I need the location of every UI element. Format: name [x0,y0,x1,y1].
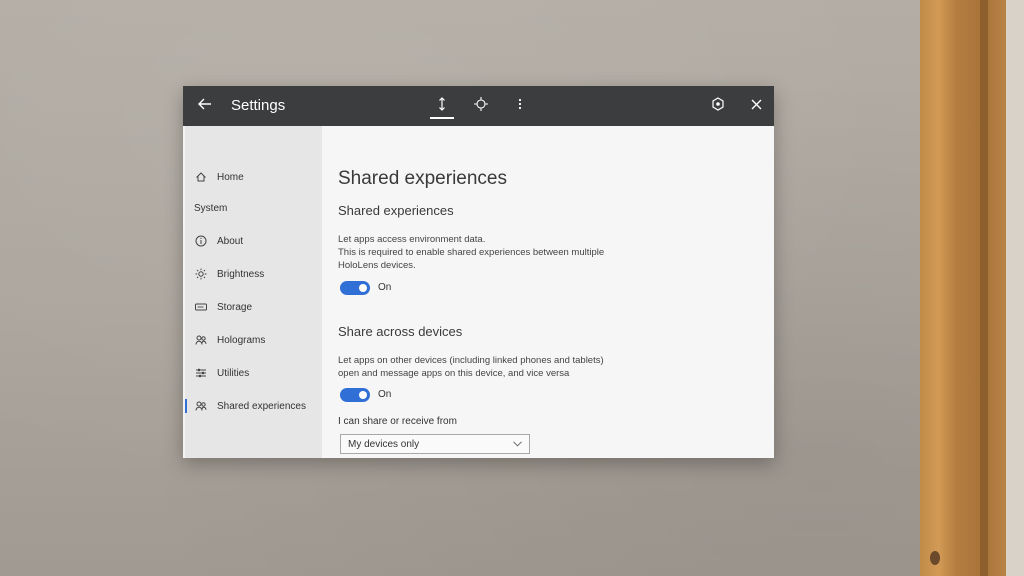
section-title-share-across-devices: Share across devices [338,324,463,339]
section-description: Let apps access environment data. This i… [338,233,604,272]
window-title: Settings [231,97,286,114]
chevron-down-icon [509,436,525,452]
shared-experiences-toggle[interactable] [340,281,370,295]
holograms-icon [194,333,208,347]
follow-me-icon [711,96,725,116]
sidebar-item-label: About [217,235,244,247]
home-icon [194,170,208,184]
sidebar: Home System About Brightness Storage Hol… [185,126,322,458]
wood-knot [930,551,940,565]
sidebar-item-about[interactable]: About [185,230,322,252]
back-button[interactable] [191,92,219,120]
wall-edge [1006,0,1024,576]
settings-window[interactable]: Settings Home System About Brightness St… [183,86,774,458]
page-title: Shared experiences [338,168,507,189]
door-gap [980,0,988,576]
share-receive-dropdown[interactable]: My devices only [340,434,530,454]
toggle-knob [359,391,367,399]
sidebar-item-storage[interactable]: Storage [185,296,322,318]
back-arrow-icon [198,97,212,115]
move-button[interactable] [468,94,494,118]
sidebar-item-shared-experiences[interactable]: Shared experiences [185,395,322,417]
sidebar-item-label: Holograms [217,334,266,346]
sidebar-item-home[interactable]: Home [185,166,322,188]
sidebar-item-utilities[interactable]: Utilities [185,362,322,384]
sidebar-item-brightness[interactable]: Brightness [185,263,322,285]
content-pane: Shared experiences Shared experiences Le… [322,126,774,458]
sidebar-item-holograms[interactable]: Holograms [185,329,322,351]
adjust-button[interactable] [429,94,455,118]
description-line: open and message apps on this device, an… [338,368,570,379]
active-indicator [185,399,187,413]
more-icon [518,97,522,115]
section-description: Let apps on other devices (including lin… [338,354,604,380]
sidebar-item-label: Shared experiences [217,400,306,412]
toggle-knob [359,284,367,292]
share-across-devices-toggle[interactable] [340,388,370,402]
sidebar-item-label: Brightness [217,268,265,280]
adjust-icon [437,96,447,116]
description-line: This is required to enable shared experi… [338,247,605,258]
utilities-icon [194,366,208,380]
toggle-state-label: On [378,282,392,293]
sidebar-item-label: Home [217,171,244,183]
adjust-active-indicator [430,117,454,119]
description-line: Let apps on other devices (including lin… [338,355,604,366]
storage-icon [194,300,208,314]
section-title-shared-experiences: Shared experiences [338,203,454,218]
sidebar-item-label: Storage [217,301,253,313]
dropdown-value: My devices only [348,438,420,450]
close-icon [751,97,762,115]
share-receive-label: I can share or receive from [338,416,457,427]
sidebar-item-label: Utilities [217,367,250,379]
sidebar-heading-system: System [194,203,228,214]
brightness-icon [194,267,208,281]
move-icon [474,96,488,116]
info-icon [194,234,208,248]
follow-me-button[interactable] [705,94,731,118]
shared-experiences-icon [194,399,208,413]
door-frame [920,0,1024,576]
close-button[interactable] [743,94,769,118]
description-line: Let apps access environment data. [338,234,486,245]
title-bar: Settings [183,86,774,126]
more-button[interactable] [507,94,533,118]
toggle-state-label: On [378,389,392,400]
description-line: HoloLens devices. [338,260,416,271]
